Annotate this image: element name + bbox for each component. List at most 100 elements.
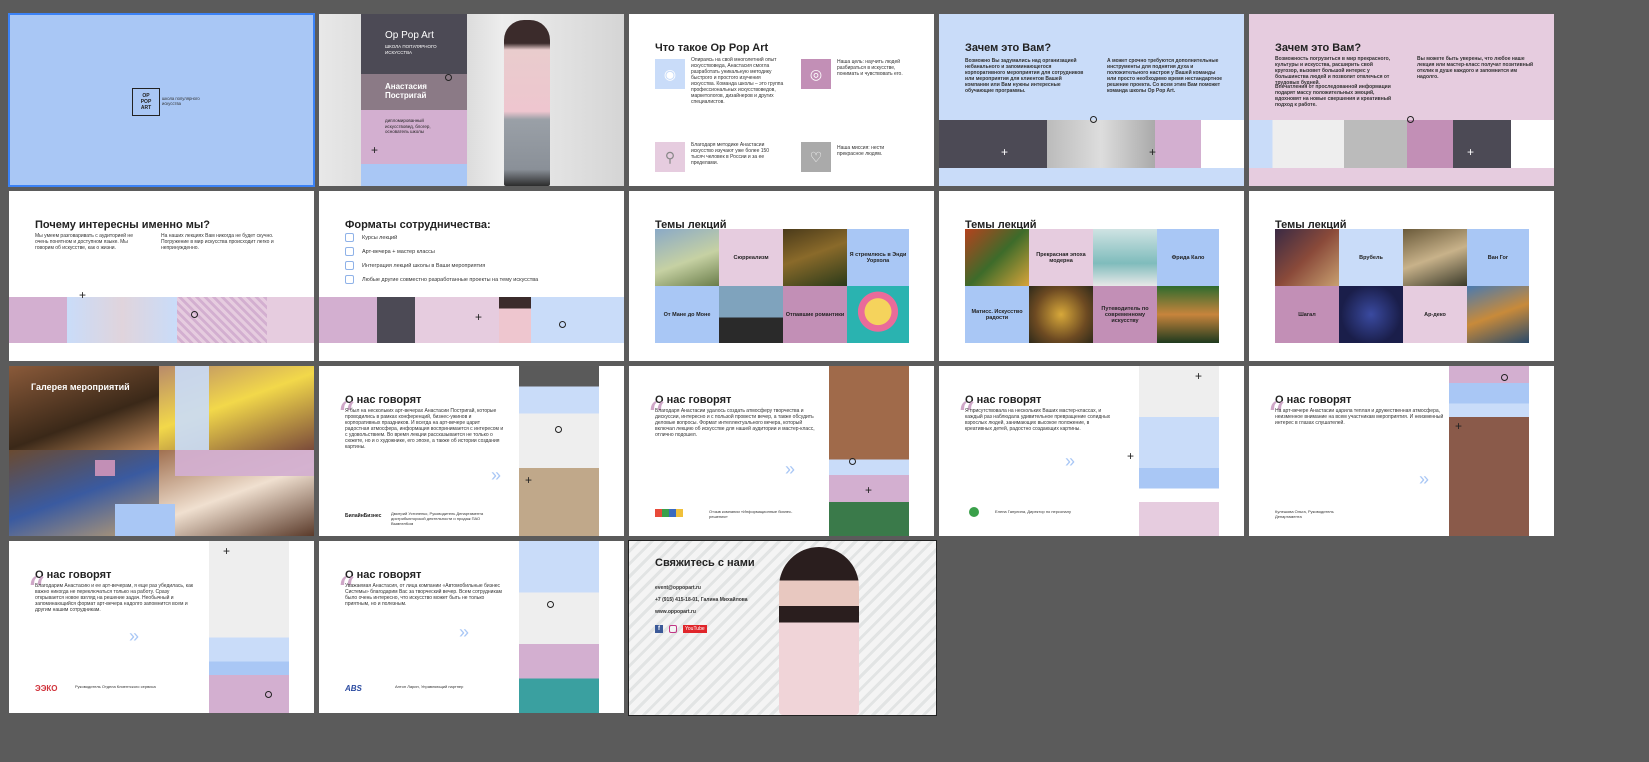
slide-8-topics[interactable]: Темы лекций Сюрреализм Я стремлюсь в Энд…: [629, 191, 934, 361]
blue-block: [115, 504, 175, 536]
speaker-role: дипломированный искусствовед, блогер, ос…: [385, 118, 431, 134]
plus-decoration: +: [1455, 419, 1463, 433]
circle-decoration: [265, 691, 272, 698]
gallery-photo: [209, 541, 289, 713]
blue-strip: [361, 164, 467, 186]
slide-14-review[interactable]: О нас говорят “ Я присутствовала на неск…: [939, 366, 1244, 536]
topic-tile[interactable]: Прекрасная эпоха модерна: [1029, 229, 1093, 286]
target-icon: ◎: [801, 59, 831, 89]
plus-decoration: +: [1195, 369, 1203, 383]
text-item: Наша миссия: нести прекрасное людям.: [837, 145, 885, 157]
topic-tile[interactable]: Я стремлюсь в Энди Уорхола: [847, 229, 909, 286]
painting-image: [847, 286, 909, 343]
review-text: Уважаемая Анастасия, от лица компании «А…: [345, 583, 502, 607]
topic-tile[interactable]: Ар-деко: [1403, 286, 1467, 343]
white-block: [1511, 120, 1554, 168]
speaker-name: Анастасия Постригай: [385, 82, 427, 100]
eye-icon: ◉: [655, 59, 685, 89]
topic-tile[interactable]: Ван Гог: [1467, 229, 1529, 286]
brushes-photo: [519, 541, 599, 713]
chevron-icon: »: [491, 465, 502, 485]
topic-tile[interactable]: Сюрреализм: [719, 229, 783, 286]
circle-decoration: [1501, 374, 1508, 381]
slide-6-why-us[interactable]: Почему интересны именно мы? Мы умеем раз…: [9, 191, 314, 361]
plus-decoration: +: [865, 483, 873, 497]
slide-11-gallery[interactable]: Галерея мероприятий: [9, 366, 314, 536]
slide-17-review[interactable]: О нас говорят “ Уважаемая Анастасия, от …: [319, 541, 624, 713]
list-item: Арт-вечера + мастер классы: [345, 247, 435, 256]
slide-13-review[interactable]: О нас говорят “ Благодаря Анастасии удал…: [629, 366, 934, 536]
topic-tile[interactable]: Отпавшие романтики: [783, 286, 847, 343]
review-text: Благодаря Анастасии удалось создать атмо…: [655, 408, 815, 438]
facebook-icon[interactable]: f: [655, 625, 663, 633]
topic-tile[interactable]: От Мане до Моне: [655, 286, 719, 343]
circle-decoration: [559, 321, 566, 328]
studio-photo: [1449, 366, 1529, 536]
topic-tile[interactable]: Матисс. Искусство радости: [965, 286, 1029, 343]
portrait-photo: [504, 20, 550, 186]
plus-decoration: +: [1467, 145, 1475, 159]
circle-decoration: [555, 426, 562, 433]
slide-3-what-is[interactable]: Что такое Op Pop Art ◉ Опираясь на свой …: [629, 14, 934, 186]
contact-site[interactable]: www.oppopart.ru: [655, 609, 696, 615]
logo-caption: школа популярного искусства: [162, 96, 200, 106]
slide-1-cover[interactable]: OP POP ART школа популярного искусства: [8, 13, 315, 187]
company-logo: ЭЭКО: [35, 684, 58, 693]
dark-block: [1453, 120, 1511, 168]
palette-photo: [1139, 366, 1219, 536]
slide-title: Галерея мероприятий: [31, 382, 130, 392]
chevron-icon: »: [129, 626, 140, 646]
slide-7-formats[interactable]: Форматы сотрудничества: Курсы лекций Арт…: [319, 191, 624, 361]
contact-phone[interactable]: +7 (915) 415-18-01, Галина Михайлова: [655, 597, 765, 603]
slide-2-intro[interactable]: Op Pop Art ШКОЛА ПОПУЛЯРНОГО ИСКУССТВА А…: [319, 14, 624, 186]
topic-tile[interactable]: Врубель: [1339, 229, 1403, 286]
pink-block: [9, 297, 67, 343]
review-author: Антон Ларин, Управляющий партнер: [395, 684, 464, 689]
topic-tile[interactable]: Шагал: [1275, 286, 1339, 343]
text-column: Возможность погрузиться в мир прекрасног…: [1275, 56, 1391, 86]
slide-4-why[interactable]: Зачем это Вам? Возможно Вы задумались на…: [939, 14, 1244, 186]
topic-tile[interactable]: Фрида Кало: [1157, 229, 1219, 286]
photo-block: [67, 297, 177, 343]
company-logo: БилайнБизнес: [345, 513, 382, 519]
portrait-block: [499, 297, 531, 343]
list-item: Интеграция лекций школы в Ваши мероприят…: [345, 261, 485, 270]
company-logo: [655, 509, 683, 517]
painting-photo: [829, 366, 909, 536]
blue-block: [531, 297, 624, 343]
text-column: Вы можете быть уверены, что любое наше л…: [1417, 56, 1534, 80]
list-item-label: Арт-вечера + мастер классы: [362, 248, 435, 255]
heart-icon: ♡: [801, 142, 831, 172]
slide-10-topics[interactable]: Темы лекций Врубель Ван Гог Шагал Ар-дек…: [1249, 191, 1554, 361]
slide-5-why[interactable]: Зачем это Вам? Возможность погрузиться в…: [1249, 14, 1554, 186]
slide-15-review[interactable]: О нас говорят “ На арт-вечере Анастасии …: [1249, 366, 1554, 536]
topic-tile[interactable]: Путеводитель по современному искусству: [1093, 286, 1157, 343]
person-icon: ⚲: [655, 142, 685, 172]
youtube-icon[interactable]: YouTube: [683, 625, 707, 633]
slide-title: О нас говорят: [345, 394, 422, 406]
slide-12-review[interactable]: О нас говорят “ Я был на нескольких арт-…: [319, 366, 624, 536]
review-text: Я присутствовала на нескольких Ваших мас…: [965, 408, 1111, 432]
painting-image: [719, 286, 783, 343]
company-logo: ABS: [345, 684, 362, 693]
slide-16-review[interactable]: О нас говорят “ Благодарим Анастасию и е…: [9, 541, 314, 713]
text-column: Мы умеем разговаривать с аудиторией не о…: [35, 233, 133, 251]
slide-18-contacts[interactable]: Свяжитесь с нами event@oppopart.ru +7 (9…: [628, 540, 937, 716]
plus-decoration: +: [223, 544, 231, 558]
painting-image: [1157, 286, 1219, 343]
portrait-block: [1155, 120, 1201, 168]
review-text: На арт-вечере Анастасии царила теплая и …: [1275, 408, 1444, 426]
pink-block: [1407, 120, 1453, 168]
company-logo: [969, 507, 979, 517]
list-item: Любые другие совместно разработанные про…: [345, 275, 538, 284]
contact-email[interactable]: event@oppopart.ru: [655, 585, 701, 591]
dark-block: [939, 120, 1047, 168]
painting-image: [655, 229, 719, 286]
slide-9-topics[interactable]: Темы лекций Прекрасная эпоха модерна Фри…: [939, 191, 1244, 361]
list-item-label: Интеграция лекций школы в Ваши мероприят…: [362, 262, 486, 269]
list-item-label: Любые другие совместно разработанные про…: [362, 276, 539, 283]
text-column: А может срочно требуются дополнительные …: [1107, 58, 1223, 94]
review-author: Руководитель Отдела Клиентского сервиса: [75, 684, 156, 689]
instagram-icon[interactable]: [669, 625, 677, 633]
portrait-photo: [779, 547, 859, 715]
